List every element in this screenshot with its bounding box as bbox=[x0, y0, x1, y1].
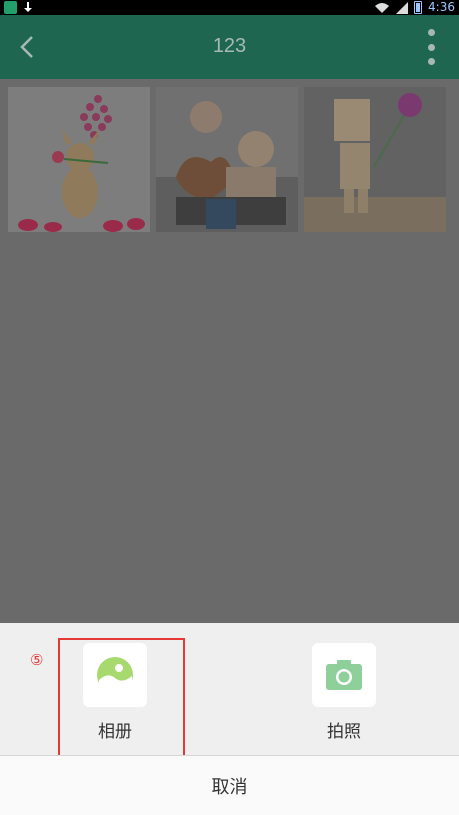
status-left bbox=[4, 0, 33, 15]
bottom-sheet: ⑤ 相册 拍照 取消 bbox=[0, 623, 459, 815]
highlight-box bbox=[58, 638, 185, 766]
status-time: 4:36 bbox=[428, 0, 455, 14]
status-bar: 4:36 bbox=[0, 0, 459, 15]
toolbar: 123 bbox=[0, 15, 459, 79]
camera-option-label: 拍照 bbox=[327, 722, 361, 742]
more-button[interactable] bbox=[423, 29, 439, 65]
children-with-heart-photo bbox=[156, 87, 298, 232]
page-title: 123 bbox=[212, 35, 247, 57]
chihuahua-with-rose-photo bbox=[8, 87, 150, 232]
cancel-button[interactable]: 取消 bbox=[0, 756, 459, 815]
photo-tile-2[interactable] bbox=[156, 87, 298, 232]
status-right: 4:36 bbox=[374, 0, 455, 15]
more-vertical-icon bbox=[427, 29, 435, 36]
gallery-screen: 123 bbox=[0, 15, 459, 623]
photo-tile-1[interactable] bbox=[8, 87, 150, 232]
signal-icon bbox=[396, 1, 409, 14]
camera-icon-container bbox=[312, 643, 376, 707]
wifi-icon bbox=[375, 2, 390, 13]
photo-grid bbox=[8, 87, 446, 232]
danbo-with-flower-photo bbox=[304, 87, 446, 232]
sheet-options: ⑤ 相册 拍照 bbox=[0, 623, 459, 766]
step-marker: ⑤ bbox=[30, 651, 44, 669]
app-notification-icon bbox=[4, 1, 17, 14]
camera-icon bbox=[326, 660, 362, 690]
camera-option[interactable]: 拍照 bbox=[284, 643, 404, 742]
download-icon bbox=[23, 1, 33, 14]
battery-icon bbox=[414, 1, 423, 14]
photo-tile-3[interactable] bbox=[304, 87, 446, 232]
